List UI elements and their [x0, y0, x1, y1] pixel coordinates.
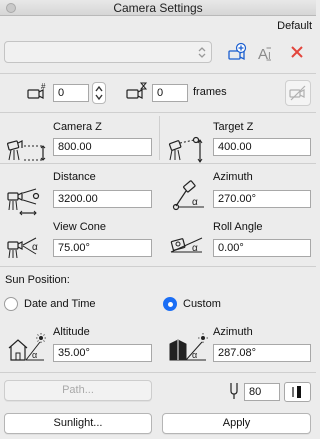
- delete-icon[interactable]: [290, 45, 304, 59]
- svg-text:α: α: [192, 243, 198, 254]
- distance-label: Distance: [53, 171, 96, 183]
- azimuth-field[interactable]: 270.00°: [213, 190, 311, 208]
- divider: [159, 116, 160, 160]
- camera-disabled-icon: [289, 85, 306, 101]
- sun-position-heading: Sun Position:: [5, 274, 70, 286]
- sunlight-button[interactable]: Sunlight...: [4, 413, 152, 434]
- view-cone-label: View Cone: [53, 221, 106, 233]
- custom-radio[interactable]: [163, 297, 177, 311]
- camera-index-field[interactable]: 0: [53, 84, 89, 102]
- window-title: Camera Settings: [113, 1, 203, 15]
- camera-z-label: Camera Z: [53, 121, 102, 133]
- azimuth-icon: α: [168, 180, 206, 212]
- sun-azimuth-field[interactable]: 287.08°: [213, 344, 311, 362]
- date-and-time-radio[interactable]: [4, 297, 18, 311]
- line-type-selector[interactable]: [284, 382, 311, 402]
- camera-index-stepper[interactable]: [92, 82, 106, 104]
- camera-preset-select[interactable]: [4, 41, 212, 63]
- frames-label: frames: [193, 86, 227, 98]
- apply-button[interactable]: Apply: [162, 413, 311, 434]
- frames-icon: [126, 82, 148, 102]
- camera-number-icon: #: [27, 82, 49, 102]
- target-z-label: Target Z: [213, 121, 254, 133]
- altitude-field[interactable]: 35.00°: [53, 344, 152, 362]
- pen-number-field[interactable]: 80: [244, 383, 280, 401]
- distance-field[interactable]: 3200.00: [53, 190, 152, 208]
- camera-link-toggle[interactable]: [285, 80, 311, 106]
- frame-count-field[interactable]: 0: [152, 84, 188, 102]
- divider: [0, 372, 316, 373]
- svg-text:α: α: [192, 350, 197, 360]
- sun-azimuth-label: Azimuth: [213, 326, 253, 338]
- azimuth-label: Azimuth: [213, 171, 253, 183]
- updown-chevron-icon: [198, 46, 206, 59]
- target-height-icon: [166, 134, 206, 164]
- close-window-button[interactable]: [6, 3, 16, 13]
- rename-text-icon[interactable]: A I: [257, 44, 277, 62]
- roll-angle-field[interactable]: 0.00°: [213, 239, 311, 257]
- line-weight-icon: [292, 386, 301, 398]
- view-cone-icon: α: [6, 236, 46, 262]
- sun-altitude-icon: α: [6, 330, 46, 362]
- divider: [0, 266, 316, 267]
- add-camera-icon[interactable]: [227, 42, 249, 64]
- stepper-arrows-icon: [95, 85, 103, 101]
- svg-text:α: α: [32, 242, 38, 253]
- camera-z-field[interactable]: 800.00: [53, 138, 152, 156]
- title-bar: Camera Settings: [0, 0, 316, 16]
- divider: [0, 163, 316, 164]
- date-and-time-label: Date and Time: [24, 298, 96, 310]
- divider: [0, 73, 316, 74]
- path-button[interactable]: Path...: [4, 380, 152, 401]
- svg-text:α: α: [192, 197, 198, 208]
- svg-text:α: α: [32, 350, 37, 360]
- camera-height-icon: [6, 136, 46, 164]
- target-z-field[interactable]: 400.00: [213, 138, 311, 156]
- roll-angle-icon: α: [168, 232, 206, 260]
- view-cone-field[interactable]: 75.00°: [53, 239, 152, 257]
- default-label: Default: [277, 20, 312, 32]
- sun-azimuth-icon: α: [168, 330, 208, 362]
- roll-angle-label: Roll Angle: [213, 221, 263, 233]
- divider: [0, 112, 316, 113]
- altitude-label: Altitude: [53, 326, 90, 338]
- svg-text:#: #: [41, 82, 46, 91]
- pen-icon: [229, 382, 239, 400]
- distance-icon: [6, 186, 46, 216]
- custom-label: Custom: [183, 298, 221, 310]
